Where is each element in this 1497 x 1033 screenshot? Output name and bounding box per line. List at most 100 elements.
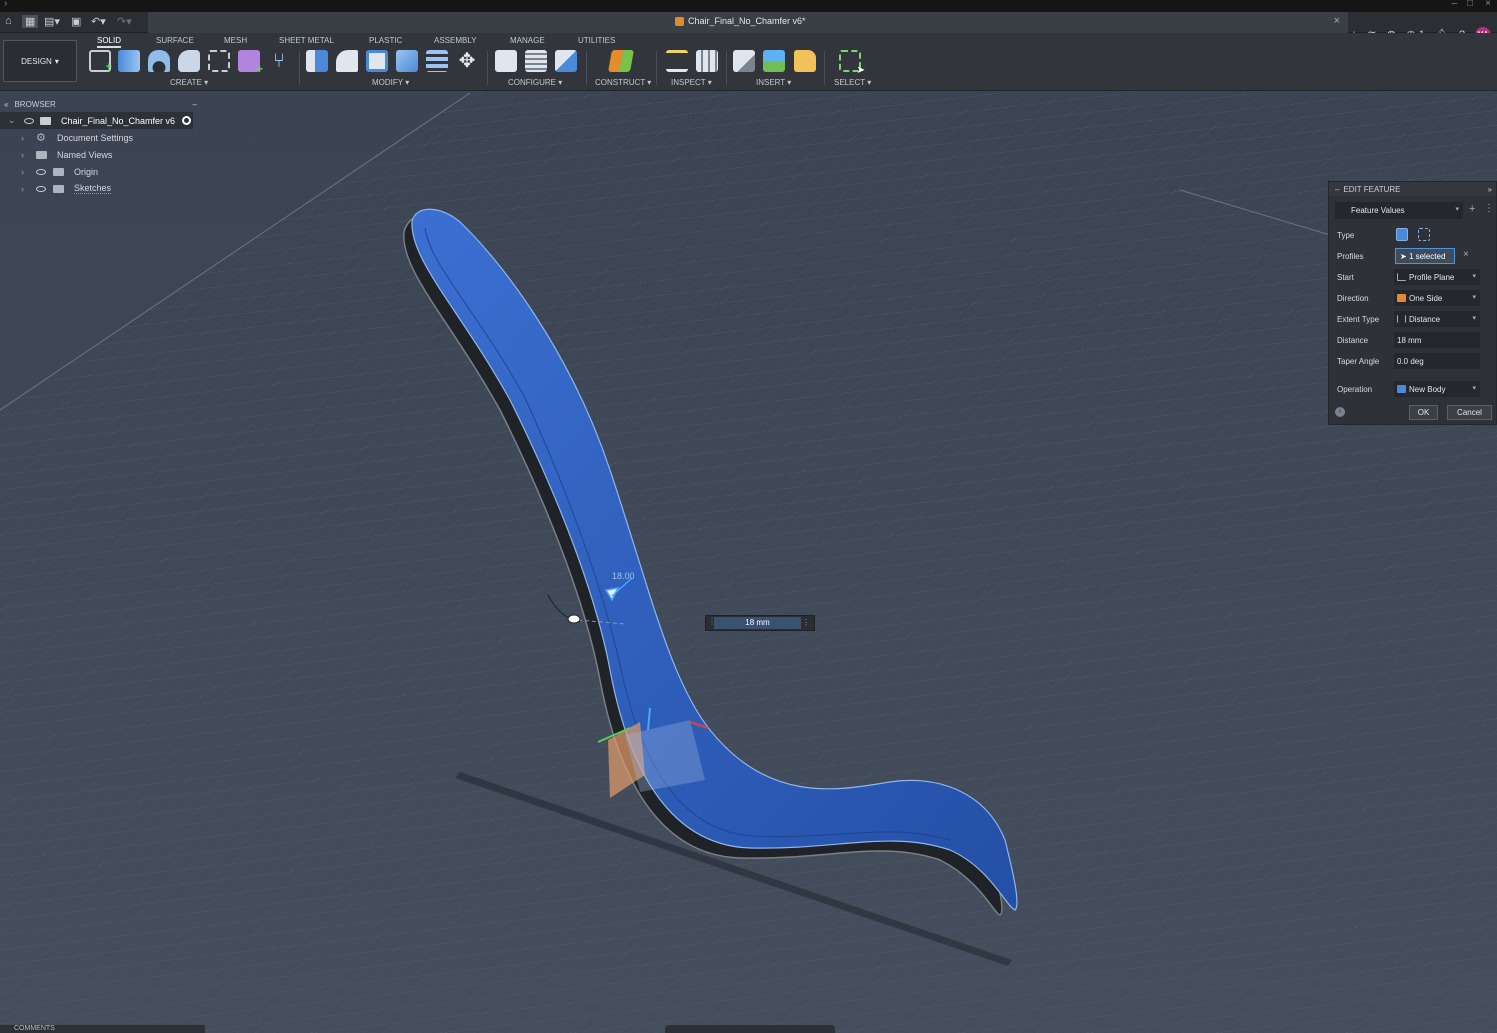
construct-menu[interactable]: CONSTRUCT ▾	[595, 78, 651, 87]
more-options-icon[interactable]: ⋮	[1484, 203, 1494, 214]
profiles-selection[interactable]: ➤ 1 selected	[1395, 248, 1455, 264]
app-menu-icon[interactable]: ›	[4, 0, 7, 9]
start-dropdown[interactable]: Profile Plane ▾	[1394, 269, 1480, 285]
browser-item-origin[interactable]: › Origin	[0, 163, 205, 180]
derive-icon[interactable]: ⑂	[268, 50, 290, 72]
minimize-panel-icon[interactable]: –	[193, 100, 197, 109]
redo-icon[interactable]: ↷▾	[117, 15, 132, 28]
tab-surface[interactable]: SURFACE	[156, 36, 194, 45]
select-window-icon[interactable]: ➤	[839, 50, 865, 76]
canvas-distance-input[interactable]: ⋮ 18 mm ⋮	[705, 615, 815, 631]
configure-rules-icon[interactable]	[525, 50, 547, 72]
chevron-right-icon[interactable]: ›	[21, 133, 24, 143]
browser-root-label: Chair_Final_No_Chamfer v6	[61, 115, 176, 126]
pattern-icon[interactable]	[208, 50, 230, 72]
toolbar-separator	[586, 51, 587, 85]
comments-panel[interactable]: COMMENTS	[0, 1024, 205, 1033]
dimension-handle[interactable]	[567, 614, 581, 624]
chevron-right-icon[interactable]: ›	[21, 150, 24, 160]
select-menu[interactable]: SELECT ▾	[834, 78, 871, 87]
tab-solid[interactable]: SOLID	[97, 36, 122, 48]
tab-assembly[interactable]: ASSEMBLY	[434, 36, 477, 45]
canvas-distance-value[interactable]: 18 mm	[714, 617, 801, 629]
maximize-icon[interactable]: □	[1467, 0, 1473, 9]
cancel-button[interactable]: Cancel	[1447, 405, 1492, 420]
ok-button[interactable]: OK	[1409, 405, 1438, 420]
document-tab[interactable]: Chair_Final_No_Chamfer v6* ×	[148, 12, 1348, 33]
workspace-switcher[interactable]: DESIGN ▾	[3, 40, 77, 82]
browser-item-named-views[interactable]: › Named Views	[0, 146, 205, 163]
configure-theme-icon[interactable]	[555, 50, 577, 72]
tab-sheet-metal[interactable]: SHEET METAL	[279, 36, 334, 45]
split-body-icon[interactable]	[426, 50, 448, 72]
insert-menu[interactable]: INSERT ▾	[756, 78, 791, 87]
extent-type-label: Extent Type	[1337, 315, 1380, 324]
chevron-right-icon[interactable]: ›	[21, 184, 24, 194]
create-menu[interactable]: CREATE ▾	[170, 78, 208, 87]
visibility-eye-icon[interactable]	[36, 185, 46, 192]
insert-canvas-icon[interactable]	[763, 50, 785, 72]
tab-mesh[interactable]: MESH	[224, 36, 247, 45]
info-icon[interactable]: i	[1335, 407, 1345, 417]
distance-input[interactable]: 18 mm	[1394, 332, 1480, 348]
feature-values-dropdown[interactable]: Feature Values ▾	[1335, 202, 1463, 219]
visibility-eye-icon[interactable]	[24, 117, 34, 124]
insert-derive-icon[interactable]	[733, 50, 755, 72]
feature-values-label: Feature Values	[1351, 206, 1405, 215]
expand-panel-icon[interactable]: »	[1488, 185, 1492, 194]
create-form-icon[interactable]: +	[238, 50, 263, 76]
save-icon[interactable]: ▣	[71, 15, 81, 28]
navigation-bar[interactable]	[665, 1025, 835, 1033]
extent-type-dropdown[interactable]: Distance ▾	[1394, 311, 1480, 327]
collapse-browser-icon[interactable]: «	[4, 100, 8, 109]
modify-menu[interactable]: MODIFY ▾	[372, 78, 409, 87]
viewport-scene[interactable]	[0, 91, 1497, 1033]
add-icon[interactable]: +	[1469, 203, 1475, 215]
tab-plastic[interactable]: PLASTIC	[369, 36, 402, 45]
minimize-icon[interactable]: –	[1451, 0, 1457, 9]
create-sketch-icon[interactable]: +	[89, 50, 112, 73]
extrude-type-thin-icon[interactable]	[1418, 228, 1430, 241]
extrude-icon[interactable]	[118, 50, 140, 72]
close-tab-icon[interactable]: ×	[1334, 15, 1340, 27]
direction-dropdown[interactable]: One Side ▾	[1394, 290, 1480, 306]
more-options-icon[interactable]: ⋮	[802, 618, 810, 627]
canvas-viewport[interactable]	[0, 91, 1497, 1033]
configure-menu[interactable]: CONFIGURE ▾	[508, 78, 562, 87]
collapse-panel-icon[interactable]: –	[1335, 185, 1339, 194]
browser-root-item[interactable]: ⌄ Chair_Final_No_Chamfer v6	[0, 112, 193, 129]
revolve-icon[interactable]	[148, 50, 170, 72]
inspect-menu[interactable]: INSPECT ▾	[671, 78, 712, 87]
browser-item-document-settings[interactable]: › ⚙ Document Settings	[0, 129, 205, 146]
title-bar: › – □ ×	[0, 0, 1497, 12]
hole-icon[interactable]	[178, 50, 200, 72]
clear-selection-icon[interactable]: ×	[1463, 249, 1469, 260]
tab-utilities[interactable]: UTILITIES	[578, 36, 615, 45]
fillet-icon[interactable]	[336, 50, 358, 72]
shell-icon[interactable]	[366, 50, 388, 72]
move-copy-icon[interactable]: ✥	[456, 50, 478, 72]
measure-icon[interactable]	[666, 50, 688, 72]
close-window-icon[interactable]: ×	[1485, 0, 1491, 9]
visibility-eye-icon[interactable]	[36, 168, 46, 175]
file-menu-icon[interactable]: ▤▾	[44, 15, 60, 28]
direction-value: One Side	[1409, 294, 1443, 303]
extrude-type-solid-icon[interactable]	[1396, 228, 1408, 241]
press-pull-icon[interactable]	[306, 50, 328, 72]
browser-item-sketches[interactable]: › Sketches	[0, 180, 205, 197]
configure-table-icon[interactable]	[495, 50, 517, 72]
interference-icon[interactable]	[696, 50, 718, 72]
start-value: Profile Plane	[1409, 273, 1455, 282]
active-component-radio-icon[interactable]	[182, 116, 191, 125]
data-panel-grid-icon[interactable]: ▦	[22, 15, 39, 28]
tab-manage[interactable]: MANAGE	[510, 36, 545, 45]
chevron-right-icon[interactable]: ›	[21, 167, 24, 177]
home-icon[interactable]: ⌂	[5, 15, 12, 27]
operation-dropdown[interactable]: New Body ▾	[1394, 381, 1480, 397]
offset-plane-icon[interactable]	[608, 50, 634, 72]
chevron-down-icon[interactable]: ⌄	[8, 115, 16, 126]
undo-icon[interactable]: ↶▾	[91, 15, 106, 28]
combine-icon[interactable]	[396, 50, 418, 72]
insert-mesh-icon[interactable]	[794, 50, 816, 72]
taper-angle-input[interactable]: 0.0 deg	[1394, 353, 1480, 369]
